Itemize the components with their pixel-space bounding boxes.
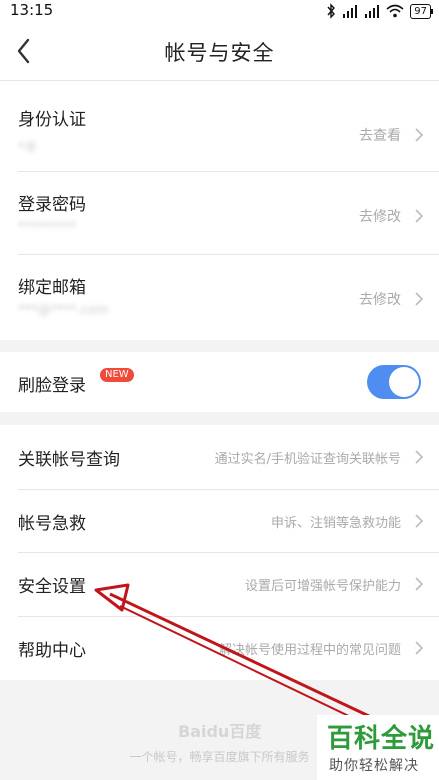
bind-email-row[interactable]: 绑定邮箱 ***@****.com 去修改	[0, 255, 439, 340]
header: 帐号与安全	[0, 22, 439, 81]
toggle-knob	[389, 367, 419, 397]
row-subtitle: ***@****.com	[18, 303, 109, 318]
row-subtitle: *羊	[18, 141, 38, 156]
chevron-right-icon	[415, 577, 424, 591]
login-password-row[interactable]: 登录密码 ********* 去修改	[0, 172, 439, 254]
signal-icon	[343, 5, 358, 18]
new-badge: NEW	[100, 368, 134, 382]
row-title: 身份认证	[18, 110, 86, 130]
row-action[interactable]: 去修改	[359, 206, 401, 226]
account-info-card: 身份认证 *羊 去查看 登录密码 ********* 去修改 绑定邮箱 ***@…	[0, 81, 439, 340]
help-center-row[interactable]: 帮助中心 解决帐号使用过程中的常见问题	[0, 617, 439, 680]
chevron-right-icon	[415, 450, 424, 464]
row-subtitle: *********	[18, 220, 77, 235]
account-services-card: 关联帐号查询 通过实名/手机验证查询关联帐号 帐号急救 申诉、注销等急救功能 安…	[0, 425, 439, 680]
page-title: 帐号与安全	[164, 41, 275, 65]
watermark-subtitle: 助你轻松解决	[329, 758, 419, 774]
battery-indicator: 97	[410, 3, 433, 19]
status-time: 13:15	[10, 1, 54, 19]
bluetooth-icon	[327, 3, 336, 19]
status-icons: 97	[326, 2, 433, 20]
chevron-right-icon	[415, 641, 424, 655]
row-action[interactable]: 去查看	[359, 125, 401, 145]
chevron-right-icon	[415, 209, 424, 223]
face-login-toggle[interactable]	[367, 365, 421, 399]
chevron-right-icon	[415, 292, 424, 306]
face-login-card: 刷脸登录 NEW	[0, 352, 439, 412]
row-title: 帮助中心	[18, 641, 86, 661]
status-bar: 13:15 97	[0, 0, 439, 22]
identity-verification-row[interactable]: 身份认证 *羊 去查看	[0, 81, 439, 171]
signal-icon-2	[365, 5, 380, 18]
watermark: 百科全说 助你轻松解决	[317, 715, 439, 780]
baidu-logo: Baidu百度	[178, 722, 262, 741]
row-action: 解决帐号使用过程中的常见问题	[218, 643, 401, 658]
row-title: 安全设置	[18, 577, 86, 597]
chevron-right-icon	[415, 514, 424, 528]
security-settings-row[interactable]: 安全设置 设置后可增强帐号保护能力	[0, 553, 439, 616]
row-title: 登录密码	[18, 195, 86, 215]
row-action: 设置后可增强帐号保护能力	[244, 579, 401, 594]
row-action: 申诉、注销等急救功能	[270, 516, 401, 531]
linked-account-query-row[interactable]: 关联帐号查询 通过实名/手机验证查询关联帐号	[0, 425, 439, 489]
row-title: 关联帐号查询	[18, 450, 120, 470]
row-title: 绑定邮箱	[18, 278, 86, 298]
watermark-title: 百科全说	[327, 724, 436, 754]
account-rescue-row[interactable]: 帐号急救 申诉、注销等急救功能	[0, 490, 439, 552]
wifi-icon	[386, 4, 404, 18]
row-action: 通过实名/手机验证查询关联帐号	[214, 452, 401, 467]
face-login-title: 刷脸登录	[18, 376, 86, 396]
row-title: 帐号急救	[18, 514, 86, 534]
chevron-right-icon	[415, 128, 424, 142]
row-action[interactable]: 去修改	[359, 289, 401, 309]
